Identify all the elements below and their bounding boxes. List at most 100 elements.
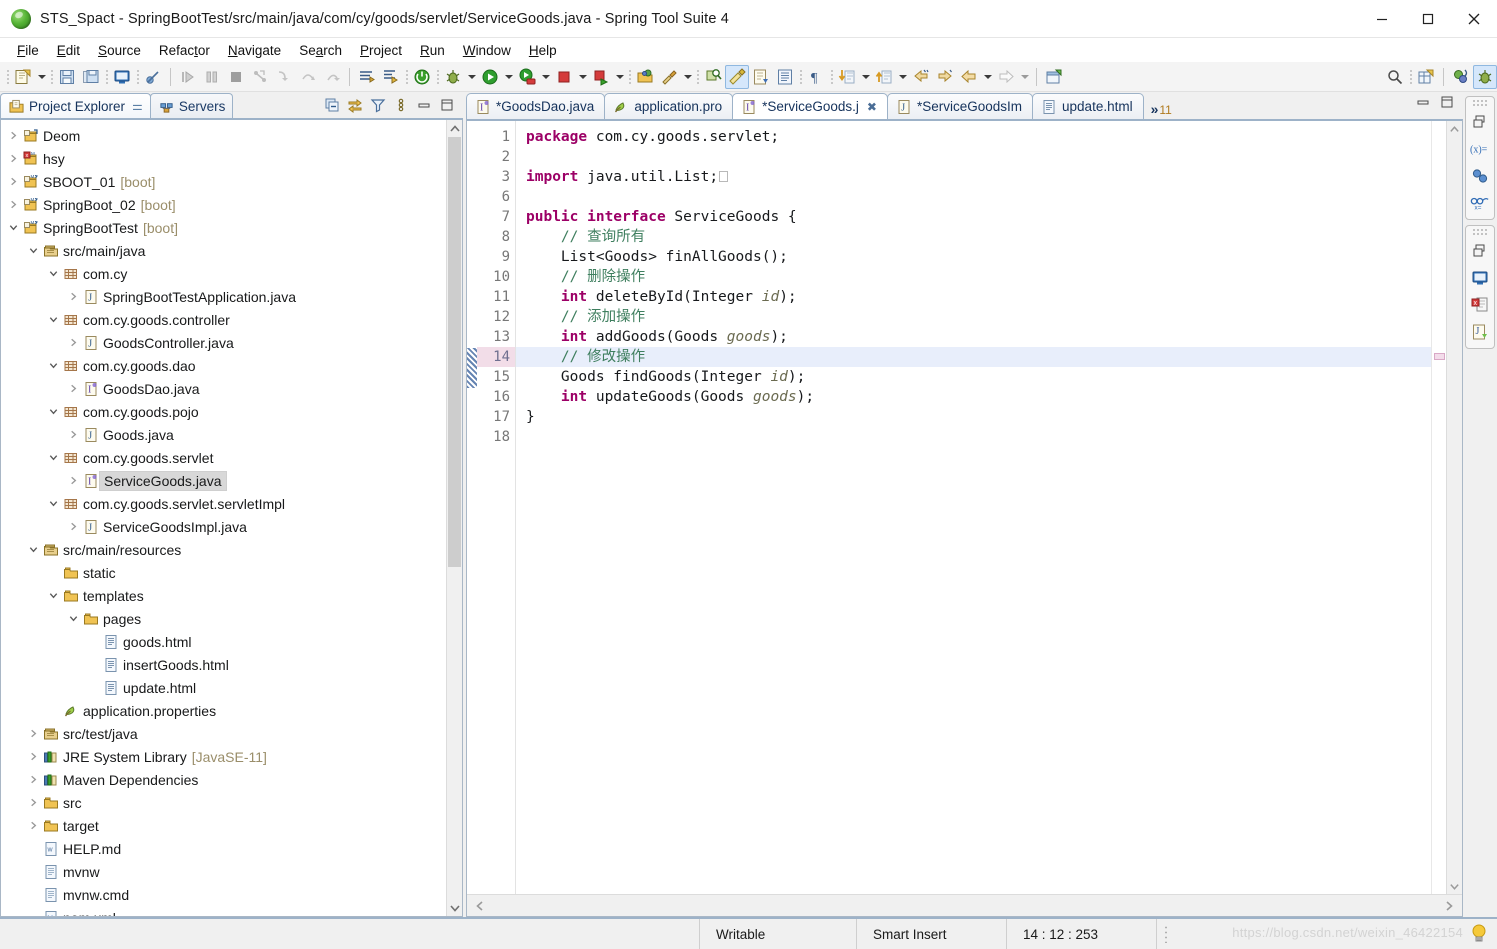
back-nav-icon[interactable] [957, 65, 981, 89]
code-line[interactable]: // 查询所有 [526, 227, 1431, 247]
tree-item[interactable]: com.cy.goods.servlet.servletImpl [1, 492, 446, 515]
view-menu-icon[interactable] [391, 95, 411, 115]
toggle-breakpoint-icon[interactable] [141, 65, 165, 89]
save-all-icon[interactable] [79, 65, 103, 89]
twisty-expanded-icon[interactable] [5, 222, 21, 233]
debug-perspective-icon[interactable] [1473, 64, 1497, 89]
external-tools-dropdown-arrow[interactable] [681, 65, 694, 89]
twisty-collapsed-icon[interactable] [65, 475, 81, 486]
menu-edit[interactable]: Edit [48, 41, 89, 60]
maximize-view-icon[interactable] [437, 95, 457, 115]
twisty-expanded-icon[interactable] [25, 245, 41, 256]
menu-search[interactable]: Search [290, 41, 351, 60]
editor-tab-overflow[interactable]: » 11 [1143, 93, 1178, 119]
tree-item[interactable]: com.cy.goods.pojo [1, 400, 446, 423]
twisty-expanded-icon[interactable] [65, 613, 81, 624]
maximize-button[interactable] [1405, 0, 1451, 38]
tab-servers[interactable]: Servers [149, 93, 234, 118]
scroll-up-icon[interactable] [1449, 121, 1460, 137]
minimize-button[interactable] [1359, 0, 1405, 38]
code-line[interactable]: int addGoods(Goods goods); [526, 327, 1431, 347]
restore-view-icon[interactable] [1468, 239, 1492, 263]
twisty-collapsed-icon[interactable] [25, 751, 41, 762]
menu-run[interactable]: Run [411, 41, 454, 60]
breakpoints-view-icon[interactable] [1468, 164, 1492, 188]
editor-tab[interactable]: update.html [1032, 93, 1144, 119]
menu-window[interactable]: Window [454, 41, 520, 60]
scroll-right-icon[interactable] [1440, 897, 1458, 915]
close-icon[interactable]: ⚌ [132, 100, 143, 112]
menu-source[interactable]: Source [89, 41, 150, 60]
tree-item[interactable]: src/test/java [1, 722, 446, 745]
scroll-thumb[interactable] [448, 137, 461, 567]
tree-item[interactable]: w HELP.md [1, 837, 446, 860]
run-as-dropdown-arrow[interactable] [613, 65, 626, 89]
twisty-expanded-icon[interactable] [45, 498, 61, 509]
new-dropdown-arrow[interactable] [35, 65, 48, 89]
restore-editor-icon[interactable] [1415, 94, 1431, 115]
code-line[interactable] [526, 187, 1431, 207]
tip-bulb-icon[interactable] [1469, 923, 1489, 948]
twisty-collapsed-icon[interactable] [65, 337, 81, 348]
tree-item[interactable]: src/main/java [1, 239, 446, 262]
scroll-left-icon[interactable] [471, 897, 489, 915]
tree-item[interactable]: insertGoods.html [1, 653, 446, 676]
code-line[interactable]: import java.util.List; [526, 167, 1431, 187]
spring-perspective-icon[interactable] [1449, 65, 1473, 89]
maximize-editor-icon[interactable] [1439, 94, 1455, 115]
outline-icon[interactable] [773, 65, 797, 89]
twisty-collapsed-icon[interactable] [65, 429, 81, 440]
restore-view-icon[interactable] [1468, 110, 1492, 134]
expressions-view-icon[interactable]: x= [1468, 191, 1492, 215]
tab-project-explorer[interactable]: Project Explorer ⚌ [0, 93, 151, 118]
save-icon[interactable] [55, 65, 79, 89]
tree-item[interactable]: J Goods.java [1, 423, 446, 446]
close-button[interactable] [1451, 0, 1497, 38]
twisty-expanded-icon[interactable] [45, 268, 61, 279]
collapsed-region-icon[interactable] [719, 171, 729, 182]
run-server-dropdown-arrow[interactable] [539, 65, 552, 89]
open-type-icon[interactable] [633, 65, 657, 89]
tree-item[interactable]: com.cy.goods.controller [1, 308, 446, 331]
run-server-icon[interactable] [515, 65, 539, 89]
scroll-down-icon[interactable] [1449, 878, 1460, 894]
tree-item[interactable]: templates [1, 584, 446, 607]
tree-item[interactable]: static [1, 561, 446, 584]
tree-item[interactable]: JRE System Library [JavaSE-11] [1, 745, 446, 768]
filter-icon[interactable] [368, 95, 388, 115]
twisty-expanded-icon[interactable] [45, 360, 61, 371]
boot-dashboard-icon[interactable] [379, 65, 403, 89]
overview-ruler[interactable] [1431, 121, 1446, 894]
code-line[interactable]: Goods findGoods(Integer id); [526, 367, 1431, 387]
editor-tab[interactable]: application.pro [604, 93, 734, 119]
next-annotation-icon[interactable] [835, 65, 859, 89]
tree-item[interactable]: update.html [1, 676, 446, 699]
tree-item[interactable]: x Mhsy [1, 147, 446, 170]
code-line[interactable]: public interface ServiceGoods { [526, 207, 1431, 227]
back-history-icon[interactable] [909, 65, 933, 89]
tree-item[interactable]: M SpringBoot_02 [boot] [1, 193, 446, 216]
tree-item[interactable]: M SBOOT_01 [boot] [1, 170, 446, 193]
twisty-collapsed-icon[interactable] [5, 199, 21, 210]
run-dropdown-arrow[interactable] [502, 65, 515, 89]
tree-item[interactable]: src [1, 791, 446, 814]
code-line[interactable]: // 修改操作 [516, 347, 1431, 367]
drag-handle[interactable] [1472, 228, 1488, 236]
overview-marker[interactable] [1434, 353, 1445, 360]
code-line[interactable]: List<Goods> finAllGoods(); [526, 247, 1431, 267]
tree-item[interactable]: J SpringBootTestApplication.java [1, 285, 446, 308]
spring-boot-icon[interactable] [410, 65, 434, 89]
stop-dropdown-arrow[interactable] [576, 65, 589, 89]
editor-tab[interactable]: I *GoodsDao.java [466, 93, 606, 119]
tree-item[interactable]: application.properties [1, 699, 446, 722]
new-wizard-icon[interactable] [11, 65, 35, 89]
close-icon[interactable]: ✖ [867, 100, 877, 114]
twisty-expanded-icon[interactable] [45, 590, 61, 601]
tree-item[interactable]: J GoodsController.java [1, 331, 446, 354]
tree-item[interactable]: goods.html [1, 630, 446, 653]
link-with-editor-icon[interactable] [345, 95, 365, 115]
search-icon[interactable] [1383, 65, 1407, 89]
run-icon[interactable] [478, 65, 502, 89]
tree-item[interactable]: pages [1, 607, 446, 630]
scroll-track[interactable] [447, 137, 462, 899]
